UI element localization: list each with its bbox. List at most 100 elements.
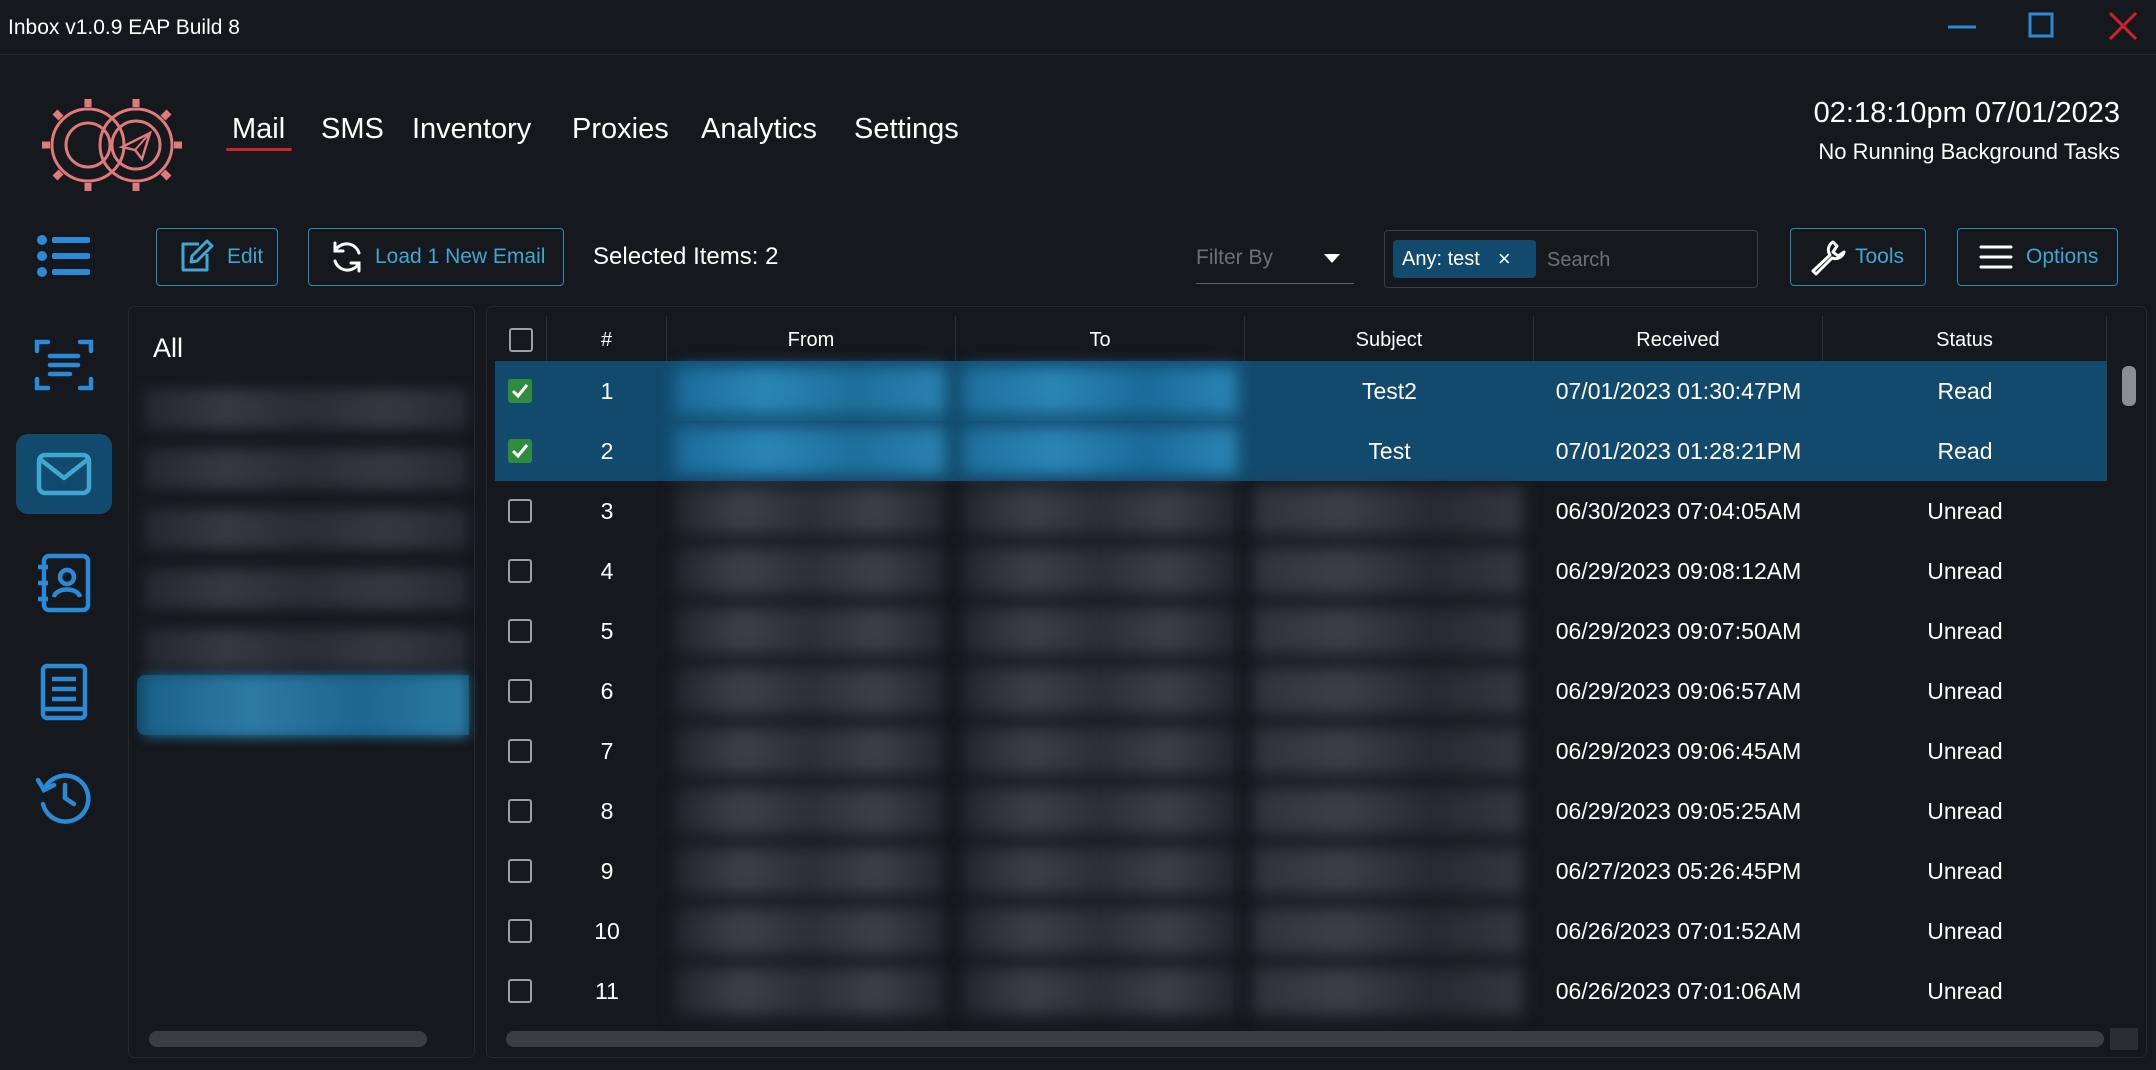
row-from-redacted bbox=[675, 427, 945, 475]
sidebar-item-documents[interactable] bbox=[16, 652, 112, 732]
app-logo bbox=[36, 75, 192, 215]
row-checkbox[interactable] bbox=[508, 979, 532, 1003]
table-horizontal-scrollbar[interactable] bbox=[506, 1031, 2104, 1047]
row-checkbox[interactable] bbox=[508, 619, 532, 643]
column-header-received[interactable]: Received bbox=[1534, 316, 1823, 364]
minimize-icon bbox=[1948, 25, 1976, 29]
menu-icon bbox=[1979, 245, 2013, 269]
row-status: Read bbox=[1937, 377, 1993, 404]
row-subject-redacted bbox=[1253, 967, 1523, 1015]
row-from-redacted bbox=[675, 367, 945, 415]
table-vertical-scrollbar[interactable] bbox=[2122, 366, 2136, 406]
column-header-from[interactable]: From bbox=[667, 316, 956, 364]
table-row[interactable]: 10 06/26/2023 07:01:52AM Unread bbox=[495, 901, 2107, 961]
folder-panel: All bbox=[128, 306, 475, 1058]
table-row[interactable]: 3 06/30/2023 07:04:05AM Unread bbox=[495, 481, 2107, 541]
mail-icon bbox=[36, 452, 92, 496]
folder-item[interactable] bbox=[144, 389, 467, 429]
filter-by-select[interactable]: Filter By bbox=[1196, 232, 1354, 284]
table-row[interactable]: 9 06/27/2023 05:26:45PM Unread bbox=[495, 841, 2107, 901]
row-checkbox[interactable] bbox=[508, 679, 532, 703]
filter-chip: Any: test × bbox=[1393, 240, 1536, 278]
column-header-to[interactable]: To bbox=[956, 316, 1245, 364]
row-number: 7 bbox=[600, 737, 614, 764]
sidebar-item-list[interactable] bbox=[16, 216, 112, 296]
tab-sms[interactable]: SMS bbox=[321, 113, 384, 146]
table-row[interactable]: 6 06/29/2023 09:06:57AM Unread bbox=[495, 661, 2107, 721]
close-icon bbox=[2108, 11, 2138, 41]
row-received: 07/01/2023 01:28:21PM bbox=[1555, 437, 1802, 464]
table-row[interactable]: 5 06/29/2023 09:07:50AM Unread bbox=[495, 601, 2107, 661]
tab-analytics[interactable]: Analytics bbox=[701, 113, 817, 146]
table-row[interactable]: 1 Test2 07/01/2023 01:30:47PM Read bbox=[495, 361, 2107, 421]
row-checkbox[interactable] bbox=[508, 859, 532, 883]
refresh-icon bbox=[333, 241, 361, 273]
folder-item[interactable] bbox=[144, 629, 467, 669]
row-to-redacted bbox=[963, 607, 1237, 655]
row-status: Unread bbox=[1927, 497, 2003, 524]
folder-item[interactable] bbox=[144, 509, 467, 549]
options-button[interactable]: Options bbox=[1957, 228, 2118, 286]
tools-button[interactable]: Tools bbox=[1790, 228, 1926, 286]
row-status: Read bbox=[1937, 437, 1993, 464]
row-to-redacted bbox=[963, 787, 1237, 835]
options-button-label: Options bbox=[2026, 245, 2099, 268]
search-input[interactable] bbox=[1545, 241, 1749, 279]
row-received: 06/29/2023 09:06:45AM bbox=[1555, 737, 1802, 764]
row-to-redacted bbox=[963, 547, 1237, 595]
sidebar-item-scan[interactable] bbox=[16, 325, 112, 405]
row-from-redacted bbox=[675, 607, 945, 655]
maximize-button[interactable] bbox=[2018, 8, 2066, 44]
table-row[interactable]: 8 06/29/2023 09:05:25AM Unread bbox=[495, 781, 2107, 841]
folder-item[interactable] bbox=[144, 569, 467, 609]
row-to-redacted bbox=[963, 907, 1237, 955]
close-button[interactable] bbox=[2098, 8, 2146, 44]
table-header: # From To Subject Received Status bbox=[495, 316, 2107, 364]
folder-item[interactable] bbox=[144, 449, 467, 489]
row-from-redacted bbox=[675, 547, 945, 595]
row-received: 06/29/2023 09:07:50AM bbox=[1555, 617, 1802, 644]
table-row[interactable]: 4 06/29/2023 09:08:12AM Unread bbox=[495, 541, 2107, 601]
tab-mail[interactable]: Mail bbox=[232, 113, 285, 146]
filter-by-placeholder: Filter By bbox=[1196, 246, 1274, 269]
row-checkbox[interactable] bbox=[508, 919, 532, 943]
row-checkbox[interactable] bbox=[508, 739, 532, 763]
row-checkbox[interactable] bbox=[508, 559, 532, 583]
sidebar-item-mail[interactable] bbox=[16, 434, 112, 514]
column-header-number[interactable]: # bbox=[547, 316, 667, 364]
edit-button[interactable]: Edit bbox=[156, 228, 278, 286]
load-new-email-button[interactable]: Load 1 New Email bbox=[308, 228, 564, 286]
select-all-checkbox[interactable] bbox=[508, 328, 533, 352]
column-header-subject[interactable]: Subject bbox=[1245, 316, 1534, 364]
row-checkbox[interactable] bbox=[508, 499, 532, 523]
row-to-redacted bbox=[963, 667, 1237, 715]
row-from-redacted bbox=[675, 667, 945, 715]
column-header-status[interactable]: Status bbox=[1823, 316, 2107, 364]
select-all-cell bbox=[495, 316, 547, 364]
close-icon[interactable]: × bbox=[1498, 246, 1511, 272]
table-row[interactable]: 7 06/29/2023 09:06:45AM Unread bbox=[495, 721, 2107, 781]
tab-inventory[interactable]: Inventory bbox=[412, 113, 531, 146]
minimize-button[interactable] bbox=[1938, 8, 1986, 44]
load-new-email-label: Load 1 New Email bbox=[375, 245, 546, 268]
row-status: Unread bbox=[1927, 857, 2003, 884]
table-row[interactable]: 11 06/26/2023 07:01:06AM Unread bbox=[495, 961, 2107, 1021]
table-row[interactable]: 2 Test 07/01/2023 01:28:21PM Read bbox=[495, 421, 2107, 481]
row-checkbox[interactable] bbox=[508, 439, 532, 463]
edit-icon bbox=[181, 239, 214, 272]
row-received: 06/30/2023 07:04:05AM bbox=[1555, 497, 1802, 524]
tab-settings[interactable]: Settings bbox=[854, 113, 959, 146]
row-from-redacted bbox=[675, 907, 945, 955]
caret-down-icon bbox=[1324, 254, 1340, 263]
tab-proxies[interactable]: Proxies bbox=[572, 113, 669, 146]
row-checkbox[interactable] bbox=[508, 799, 532, 823]
row-subject-redacted bbox=[1253, 607, 1523, 655]
folder-horizontal-scrollbar[interactable] bbox=[149, 1031, 427, 1047]
wrench-icon bbox=[1811, 240, 1846, 276]
sidebar-item-contacts[interactable] bbox=[16, 543, 112, 623]
folder-all[interactable]: All bbox=[153, 333, 183, 364]
sidebar-item-history[interactable] bbox=[16, 757, 112, 837]
edit-button-label: Edit bbox=[227, 245, 264, 268]
row-subject: Test2 bbox=[1362, 377, 1417, 404]
row-checkbox[interactable] bbox=[508, 379, 532, 403]
